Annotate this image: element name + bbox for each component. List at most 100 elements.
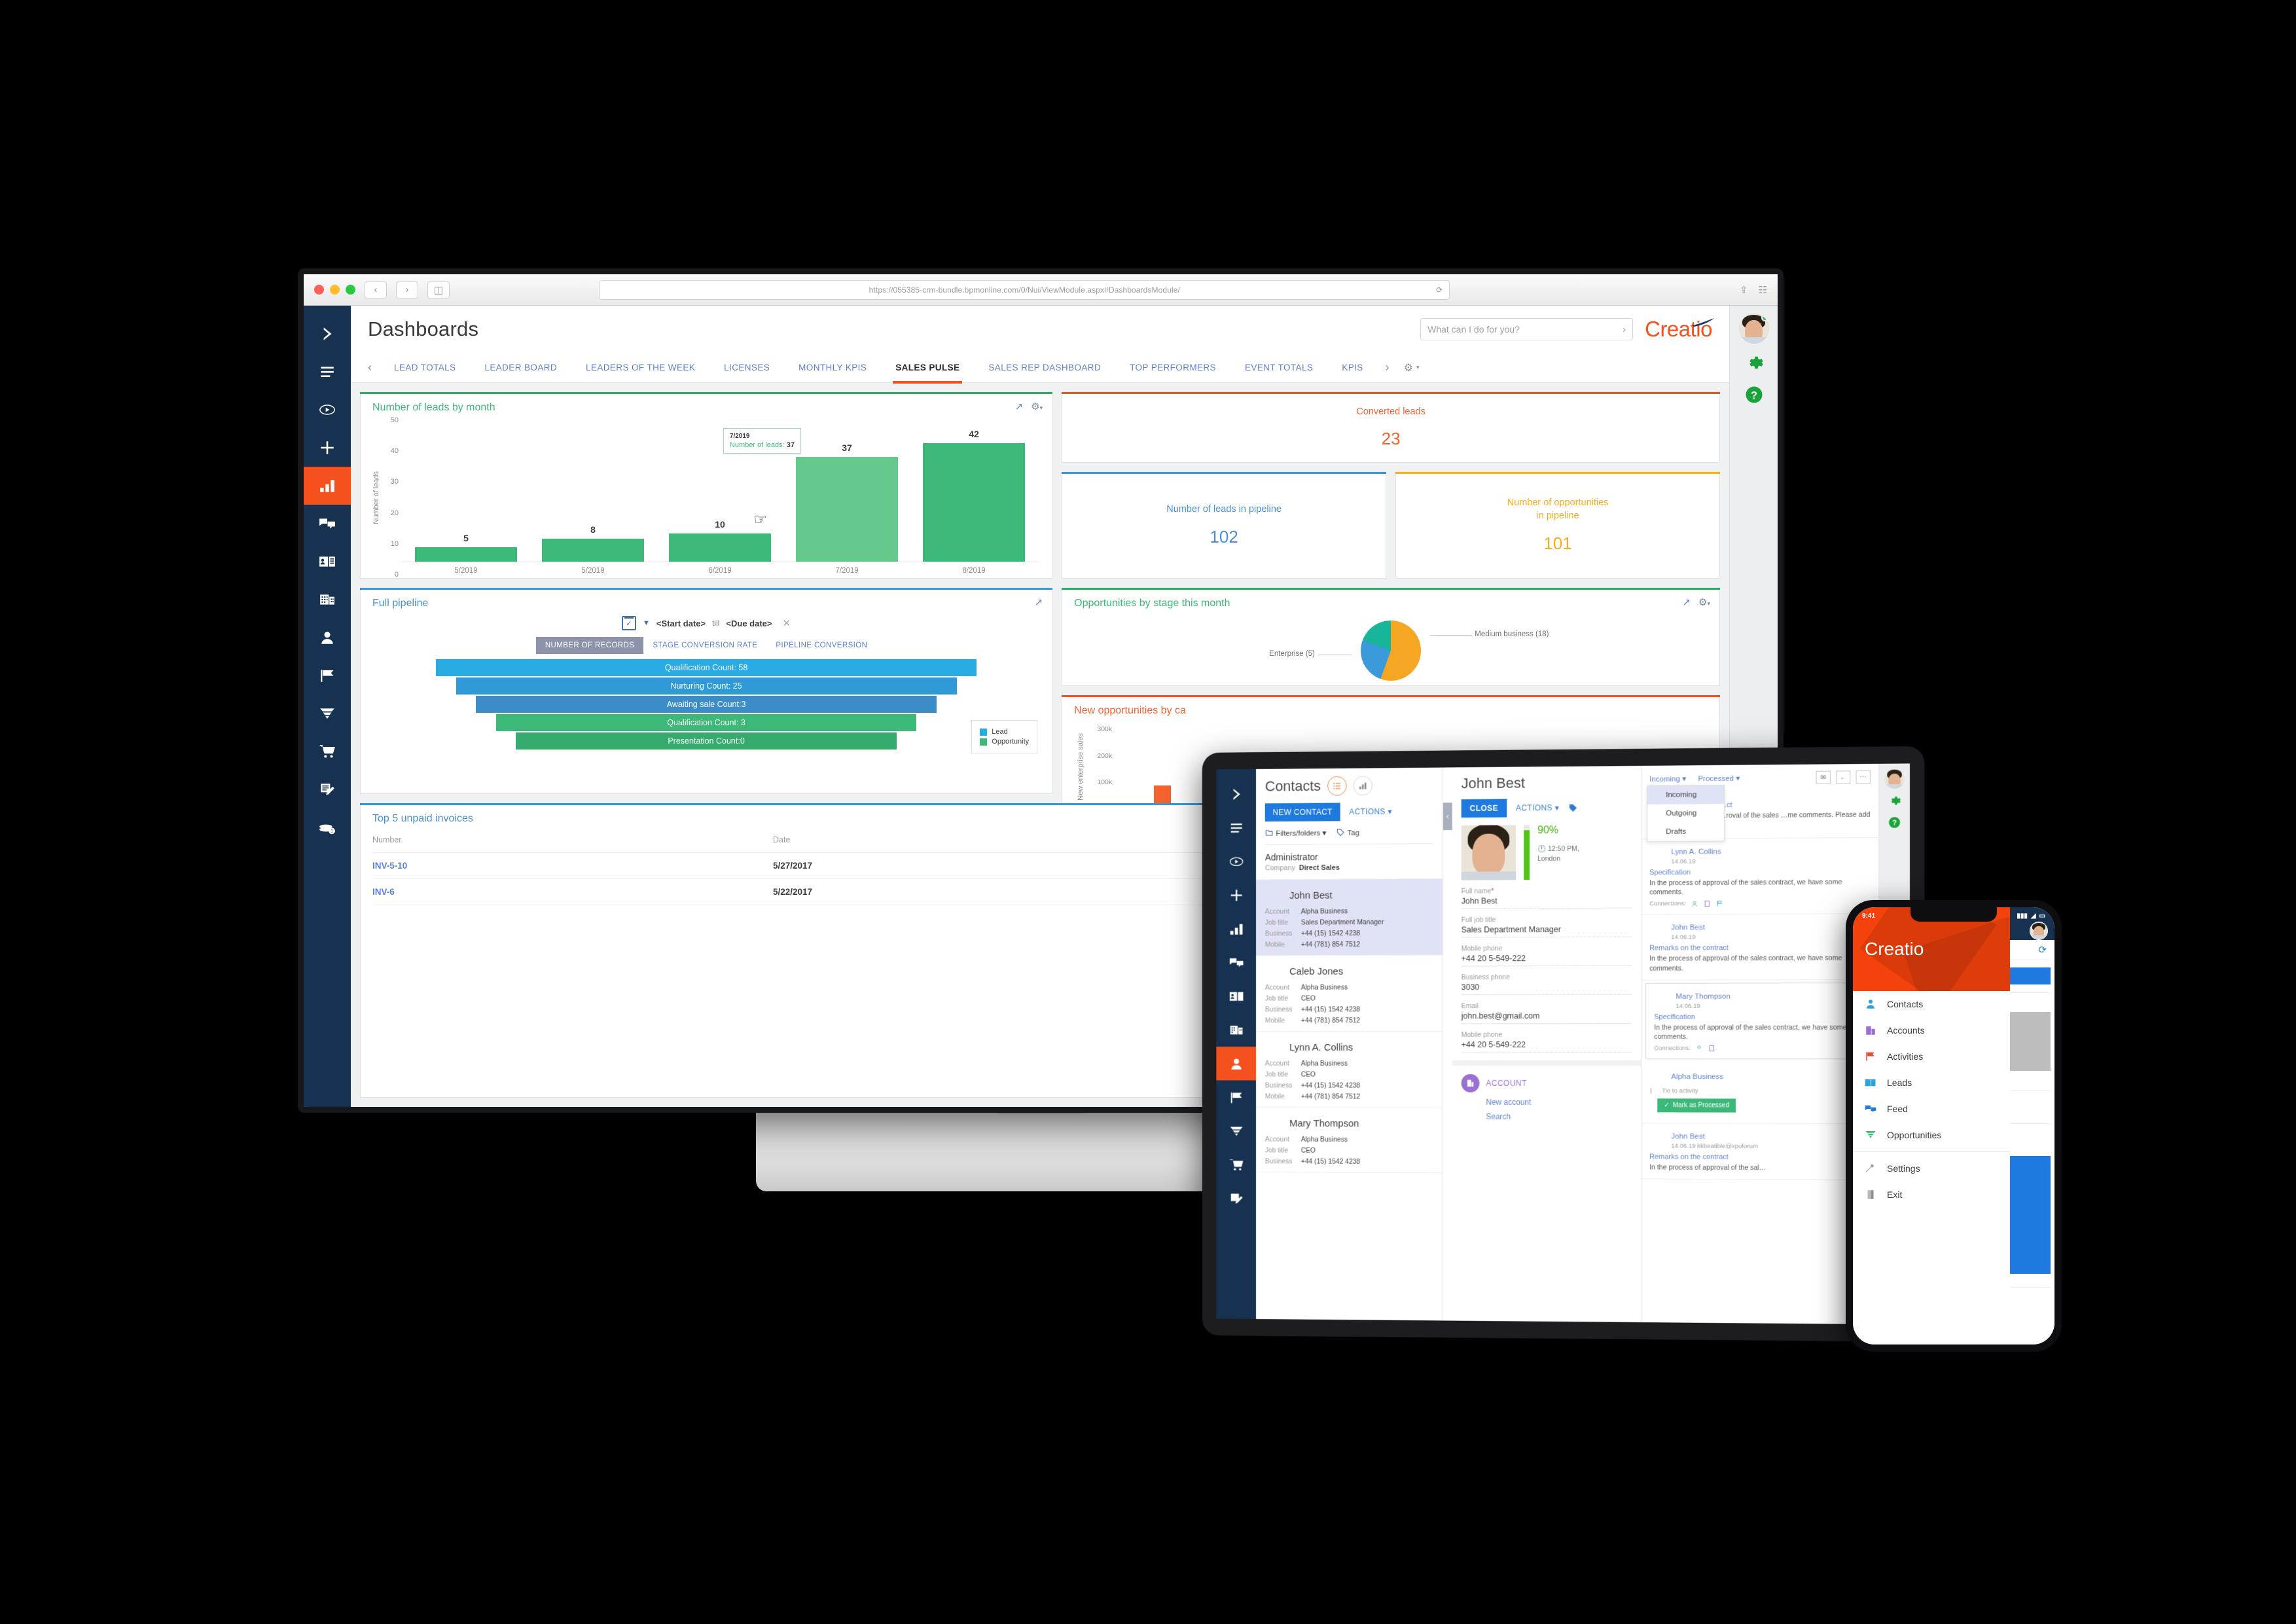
tablet-sidebar-item-orders[interactable]: [1216, 1147, 1256, 1182]
expand-icon[interactable]: ↗: [1015, 401, 1024, 412]
field-full-job-title[interactable]: Full job title Sales Department Manager: [1461, 915, 1632, 938]
tablet-sidebar-item-main-menu[interactable]: [1216, 810, 1256, 844]
new-contact-button[interactable]: NEW CONTACT: [1265, 803, 1340, 822]
sidebar-item-orders[interactable]: [304, 732, 351, 770]
tab-licenses[interactable]: LICENSES: [709, 353, 784, 383]
pie-slices[interactable]: [1361, 621, 1422, 681]
segment-number-of-records[interactable]: NUMBER OF RECORDS: [535, 637, 644, 654]
date-due[interactable]: <Due date>: [726, 619, 772, 628]
sidebar-item-opportunities[interactable]: [304, 695, 351, 732]
tab-leader-board[interactable]: LEADER BOARD: [470, 353, 571, 383]
sidebar-toggle-icon[interactable]: ◫: [427, 281, 450, 298]
list-item[interactable]: John Best 14.06.19 kkbeatible@xpoforum R…: [1641, 1123, 1879, 1181]
sidebar-item-leads[interactable]: [304, 543, 351, 581]
current-user-row[interactable]: Administrator Company Direct Sales: [1256, 844, 1443, 880]
tab-leaders-of-the-week[interactable]: LEADERS OF THE WEEK: [571, 353, 709, 383]
menu-item-incoming[interactable]: Incoming: [1647, 785, 1724, 805]
email-account[interactable]: Alpha Business: [1671, 1073, 1723, 1081]
reply-icon[interactable]: ←: [1835, 770, 1851, 784]
list-item[interactable]: Caleb Jones Account Alpha Business Job ti…: [1256, 955, 1443, 1032]
tab-event-totals[interactable]: EVENT TOTALS: [1230, 353, 1327, 383]
window-controls[interactable]: [314, 285, 355, 295]
tablet-sidebar-item-contracts[interactable]: [1216, 1182, 1256, 1216]
document-icon[interactable]: [1708, 1045, 1715, 1052]
user-avatar[interactable]: [1738, 314, 1769, 344]
sidebar-item-main-menu[interactable]: [304, 353, 351, 391]
filter-incoming-dropdown[interactable]: Incoming ▾: [1649, 774, 1686, 783]
menu-item-outgoing[interactable]: Outgoing: [1647, 804, 1724, 823]
panel-splitter[interactable]: ‹: [1443, 803, 1452, 831]
command-line-input[interactable]: What can I do for you? ›: [1420, 318, 1634, 340]
phone-menu-item-contacts[interactable]: Contacts: [1853, 991, 2010, 1017]
flag-icon[interactable]: [1716, 900, 1723, 907]
dashboard-settings-icon[interactable]: ⚙ ▾: [1397, 361, 1420, 374]
funnel-segment[interactable]: Awaiting sale Count:3: [476, 696, 937, 713]
address-bar[interactable]: https://055385-crm-bundle.bpmonline.com/…: [599, 280, 1450, 300]
calendar-icon[interactable]: ✓: [622, 616, 637, 630]
list-item[interactable]: John Best 14.06.19 Remarks on the contra…: [1641, 914, 1879, 981]
mark-as-processed-button[interactable]: ✓ Mark as Processed: [1657, 1098, 1736, 1113]
search-account-link[interactable]: Search: [1486, 1112, 1632, 1121]
sidebar-item-expand-menu[interactable]: [304, 315, 351, 353]
tab-monthly-kpis[interactable]: MONTHLY KPIS: [784, 353, 881, 383]
document-icon[interactable]: [1704, 900, 1711, 907]
menu-item-drafts[interactable]: Drafts: [1647, 822, 1724, 841]
phone-menu-item-opportunities[interactable]: Opportunities: [1853, 1122, 2010, 1148]
email-subject[interactable]: Specification: [1654, 1013, 1866, 1020]
field-mobile-phone-2[interactable]: Mobile phone +44 20 5-549-222: [1461, 1030, 1632, 1053]
phone-menu-item-leads[interactable]: Leads: [1853, 1070, 2010, 1096]
user-avatar[interactable]: [2030, 922, 2048, 940]
sidebar-item-run-process[interactable]: [304, 391, 351, 429]
field-business-phone[interactable]: Business phone 3030: [1461, 973, 1632, 996]
reload-icon[interactable]: ⟳: [1436, 285, 1443, 295]
gear-icon[interactable]: [1744, 353, 1764, 376]
close-icon[interactable]: ✕: [783, 617, 791, 629]
sidebar-item-dashboards[interactable]: [304, 467, 351, 505]
filters-folders-button[interactable]: Filters/folders ▾: [1265, 828, 1326, 838]
sidebar-item-feed[interactable]: [304, 505, 351, 543]
help-icon[interactable]: ?: [1888, 816, 1901, 832]
phone-menu-item-exit[interactable]: Exit: [1853, 1182, 2010, 1208]
list-item[interactable]: Alpha Business Tie to activity ✓ Mark as…: [1641, 1062, 1879, 1125]
share-icon[interactable]: ⇪: [1740, 284, 1748, 296]
more-icon[interactable]: ⋯: [1856, 770, 1871, 784]
tablet-sidebar-item-feed[interactable]: [1216, 945, 1256, 979]
gear-icon[interactable]: ⚙▾: [1031, 401, 1043, 412]
bar-group[interactable]: 42: [923, 420, 1025, 562]
field-full-name[interactable]: Full name* John Best: [1461, 886, 1632, 909]
sidebar-item-accounts[interactable]: [304, 581, 351, 619]
close-window-button[interactable]: [314, 285, 324, 295]
email-subject[interactable]: Remarks on the contract: [1649, 944, 1871, 952]
sidebar-item-invoices[interactable]: 1: [304, 808, 351, 846]
tabs-prev-button[interactable]: ‹: [360, 361, 380, 374]
tablet-sidebar-item-dashboards[interactable]: [1216, 912, 1256, 946]
bar-group[interactable]: 5: [415, 420, 517, 562]
close-button[interactable]: CLOSE: [1461, 799, 1507, 818]
funnel-segment[interactable]: Qualification Count: 3: [495, 714, 917, 731]
tabs-icon[interactable]: ☷: [1759, 284, 1767, 296]
tab-top-performers[interactable]: TOP PERFORMERS: [1115, 353, 1230, 383]
list-item[interactable]: Lynn A. Collins Account Alpha Business Jo…: [1256, 1032, 1443, 1108]
sidebar-item-contracts[interactable]: [304, 770, 351, 808]
date-filter[interactable]: ✓ ▼ <Start date> till <Due date> ✕: [372, 613, 1040, 637]
filter-processed-dropdown[interactable]: Processed ▾: [1698, 774, 1740, 784]
bar-group[interactable]: 8: [542, 420, 644, 562]
gear-icon[interactable]: [1888, 794, 1901, 810]
person-icon[interactable]: [1691, 900, 1698, 907]
tablet-sidebar-item-opportunities[interactable]: [1216, 1114, 1256, 1148]
funnel-segment[interactable]: Presentation Count:0: [516, 732, 897, 749]
list-item[interactable]: John Best Account Alpha Business Job titl…: [1256, 878, 1443, 956]
email-sender[interactable]: Lynn A. Collins: [1671, 848, 1721, 856]
tablet-sidebar-item-expand-menu[interactable]: [1216, 777, 1256, 811]
tablet-sidebar-item-add-record[interactable]: [1216, 878, 1256, 912]
user-avatar[interactable]: [1884, 768, 1905, 789]
tablet-sidebar-item-run-process[interactable]: [1216, 844, 1256, 878]
funnel-segment[interactable]: Qualification Count: 58: [435, 659, 977, 676]
phone-menu-item-settings[interactable]: Settings: [1853, 1155, 2010, 1182]
minimize-window-button[interactable]: [330, 285, 340, 295]
detail-actions-button[interactable]: ACTIONS ▾: [1516, 803, 1559, 812]
phone-menu-item-accounts[interactable]: Accounts: [1853, 1017, 2010, 1043]
list-item[interactable]: Mary Thompson 14.06.19 Specification In …: [1645, 982, 1874, 1060]
email-subject[interactable]: Specification: [1649, 867, 1871, 876]
expand-icon[interactable]: ↗: [1035, 596, 1043, 608]
